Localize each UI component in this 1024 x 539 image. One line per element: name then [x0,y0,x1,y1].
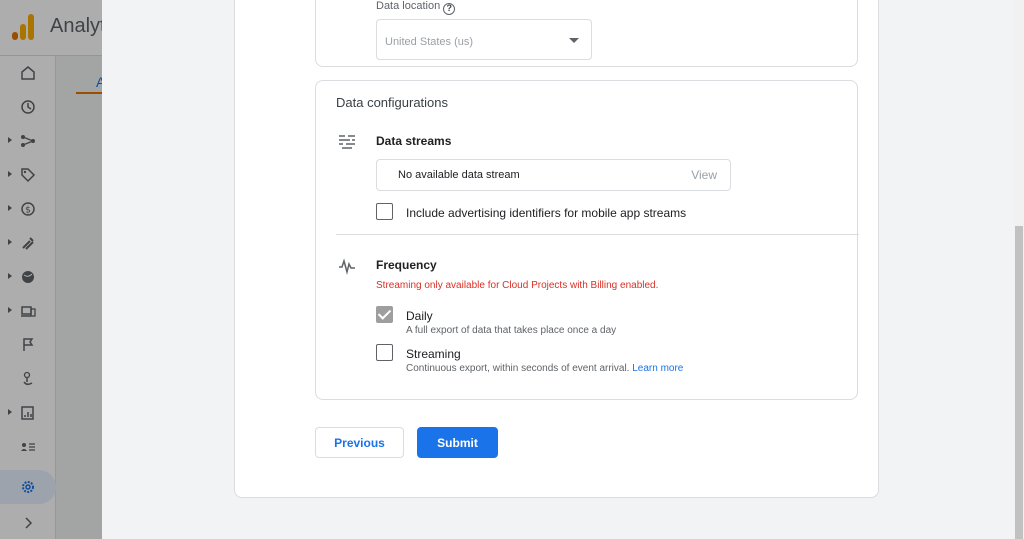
frequency-title: Frequency [376,258,437,272]
data-streams-title: Data streams [376,134,452,148]
dropdown-caret-icon [569,38,579,43]
streaming-description: Continuous export, within seconds of eve… [406,363,684,374]
learn-more-link[interactable]: Learn more [632,363,683,374]
scrollbar[interactable] [1014,0,1024,539]
streaming-checkbox[interactable] [376,344,393,361]
data-location-label: Data location? [376,0,456,15]
data-stream-selector[interactable]: No available data stream View [376,159,731,191]
view-button[interactable]: View [691,168,717,182]
data-streams-icon [339,135,355,149]
daily-label: Daily [406,309,433,323]
data-configurations-card: Data configurations Data streams No avai… [315,80,859,400]
ad-ids-label: Include advertising identifiers for mobi… [406,206,687,220]
scrollbar-thumb[interactable] [1015,226,1023,539]
help-icon[interactable]: ? [443,3,456,15]
section-divider [336,234,859,235]
data-stream-value: No available data stream [398,169,520,181]
location-card: Data location? United States (us) [315,0,858,67]
previous-button[interactable]: Previous [315,427,404,458]
frequency-icon [339,258,355,275]
streaming-warning: Streaming only available for Cloud Proje… [376,280,659,291]
bigquery-link-drawer: Data location? United States (us) Data c… [102,0,1024,539]
data-configurations-title: Data configurations [336,95,449,110]
daily-description: A full export of data that takes place o… [406,325,617,336]
streaming-label: Streaming [406,347,461,361]
submit-button[interactable]: Submit [417,427,498,458]
data-location-select[interactable]: United States (us) [376,19,592,60]
daily-checkbox[interactable] [376,306,393,323]
data-location-value: United States (us) [385,36,474,48]
ad-ids-checkbox[interactable] [376,203,393,220]
